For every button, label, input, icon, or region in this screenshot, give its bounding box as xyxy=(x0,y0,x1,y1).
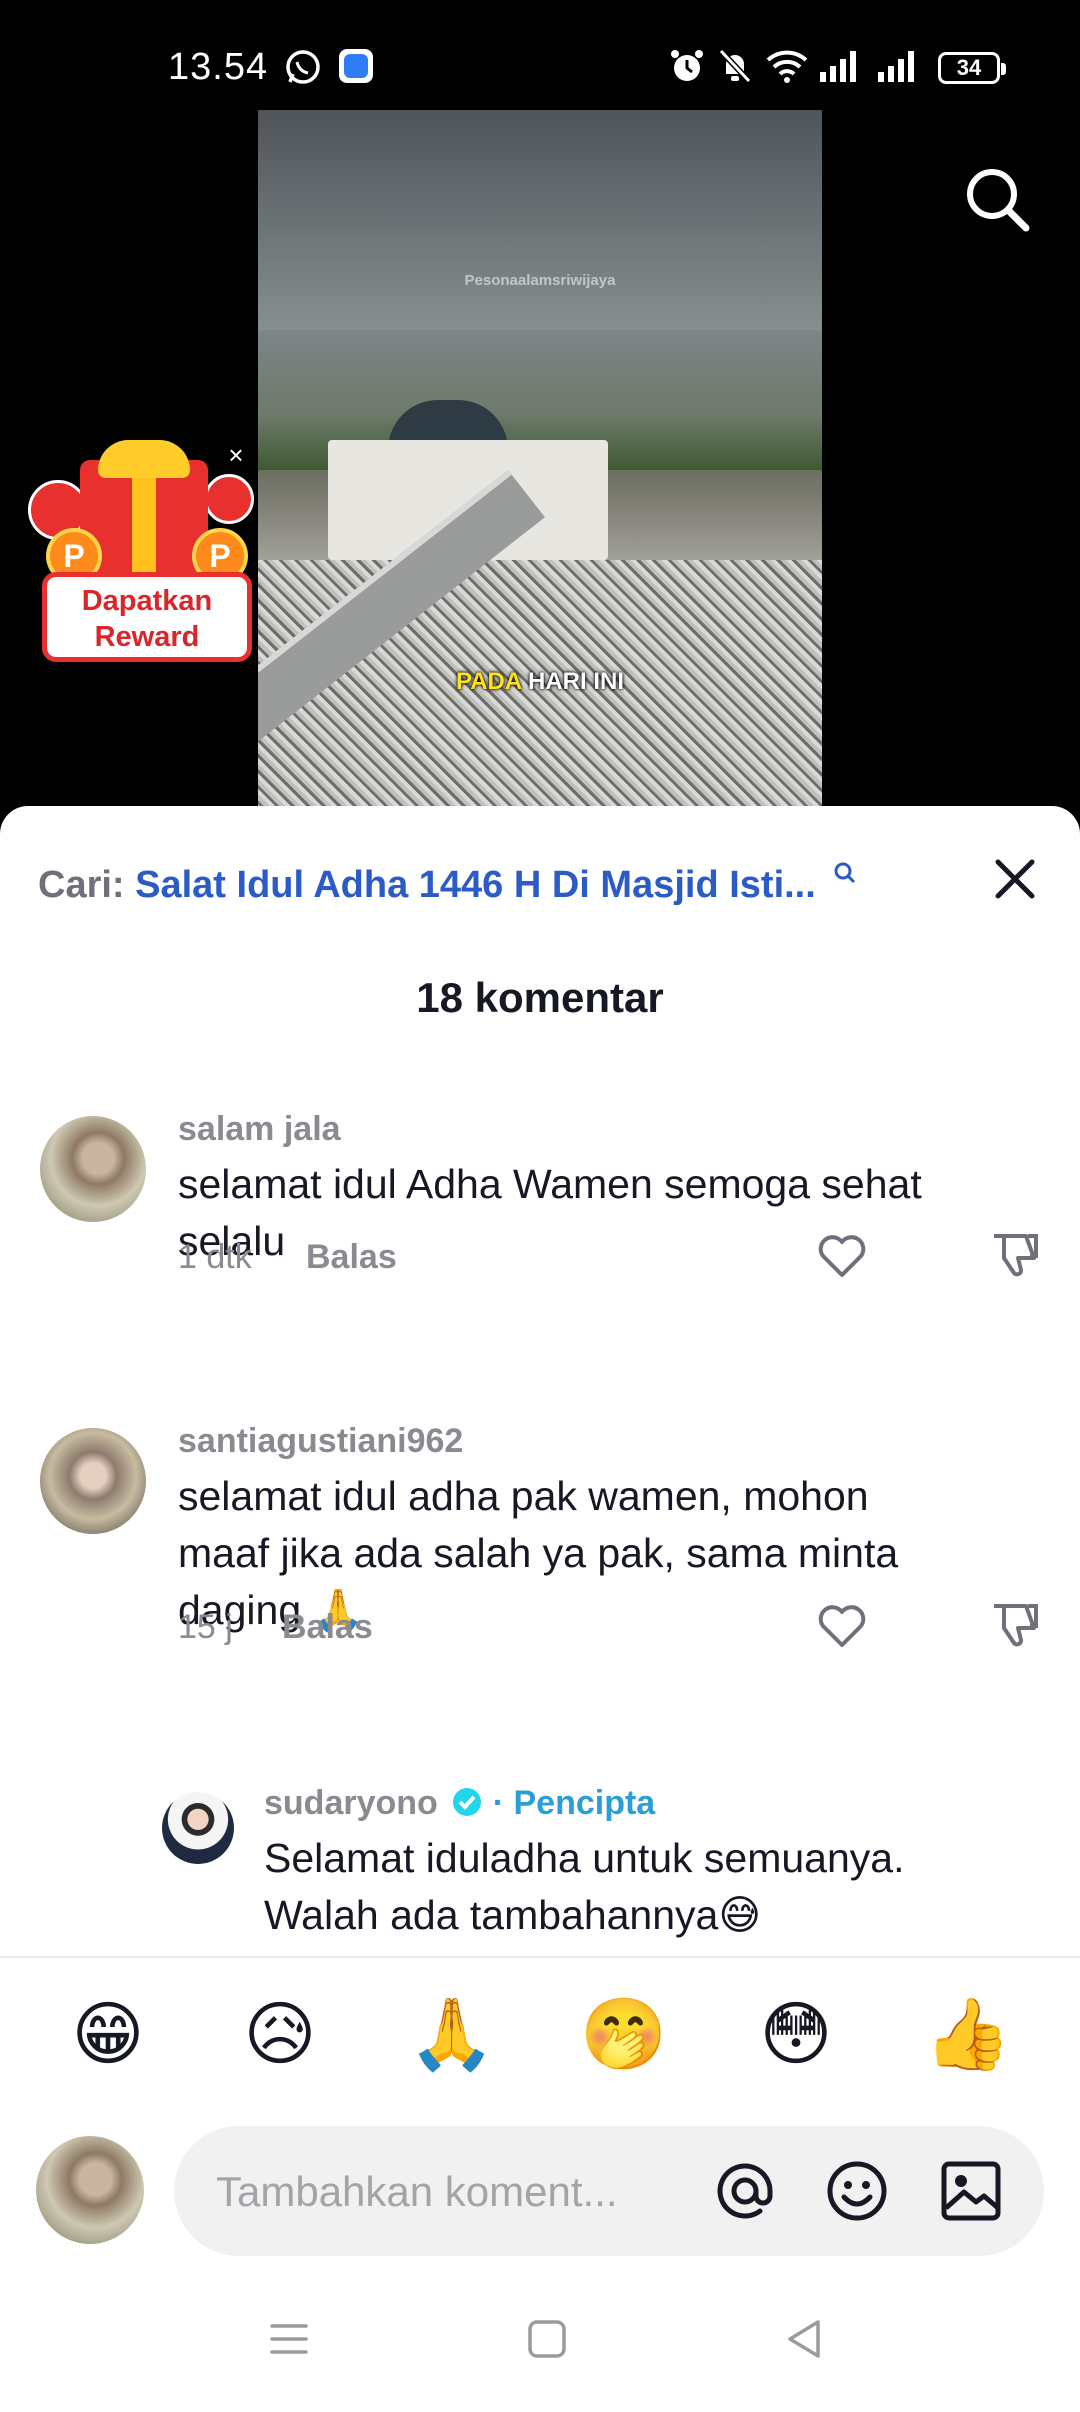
reply-username-row: sudaryono · Pencipta xyxy=(264,1784,655,1823)
dislike-icon[interactable] xyxy=(988,1228,1044,1284)
comment-count: 18 komentar xyxy=(416,974,664,1021)
creator-badge: Pencipta xyxy=(513,1784,656,1822)
divider xyxy=(0,1956,1080,1958)
related-search[interactable]: Cari: Salat Idul Adha 1446 H Di Masjid I… xyxy=(38,862,938,914)
reply-button[interactable]: Balas xyxy=(282,1608,373,1647)
caption-text: HARI INI xyxy=(521,668,624,695)
dislike-icon[interactable] xyxy=(988,1598,1044,1654)
close-icon[interactable] xyxy=(990,854,1040,904)
reward-close-icon[interactable]: × xyxy=(223,442,249,468)
emoji-icon[interactable] xyxy=(822,2156,892,2226)
heart-icon[interactable] xyxy=(814,1228,870,1284)
reward-widget[interactable]: P P Dapatkan Reward xyxy=(24,440,260,665)
comment-text-line: selamat idul Adha Wamen semoga sehat xyxy=(178,1161,922,1207)
whatsapp-icon xyxy=(286,50,320,84)
image-icon[interactable] xyxy=(936,2156,1006,2226)
emoji-button[interactable]: 😥 xyxy=(232,1994,328,2074)
comment-input[interactable]: Tambahkan koment... xyxy=(174,2126,1044,2256)
search-prefix: Cari: xyxy=(38,864,125,906)
signal-icon xyxy=(820,51,856,82)
comment-time: 1 dtk xyxy=(178,1238,252,1276)
app-icon xyxy=(339,49,373,83)
comment-text: Selamat iduladha untuk semuanya. Walah a… xyxy=(264,1830,904,1944)
avatar[interactable] xyxy=(40,1428,146,1534)
comment-text-line: selalu xyxy=(178,1218,286,1264)
comments-sheet: Cari: Salat Idul Adha 1446 H Di Masjid I… xyxy=(0,806,1080,2412)
video-caption: PADA HARI INI xyxy=(258,668,822,696)
emoji-button[interactable]: 👍 xyxy=(920,1994,1016,2074)
emoji-button[interactable]: 😁 xyxy=(60,1994,156,2074)
comment-username[interactable]: salam jala xyxy=(178,1110,341,1149)
video-player[interactable]: Pesonaalamsriwijaya PADA HARI INI xyxy=(258,110,822,810)
avatar xyxy=(36,2136,144,2244)
signal-icon xyxy=(878,51,914,82)
reward-label: Dapatkan Reward xyxy=(42,572,252,662)
separator: · xyxy=(492,1784,505,1822)
mention-icon[interactable] xyxy=(710,2156,780,2226)
gift-ribbon xyxy=(132,460,156,580)
gift-bow xyxy=(98,440,190,478)
comment-text: selamat idul Adha Wamen semoga sehat sel… xyxy=(178,1156,922,1270)
comment-text-line: Selamat iduladha untuk semuanya. xyxy=(264,1835,905,1881)
video-sky xyxy=(258,110,822,340)
reply-button[interactable]: Balas xyxy=(306,1238,397,1277)
reward-label-line1: Dapatkan xyxy=(81,585,213,617)
comment-text-line: Walah ada tambahannya😅 xyxy=(264,1892,762,1938)
verified-icon xyxy=(453,1788,482,1816)
video-watermark: Pesonaalamsriwijaya xyxy=(464,272,616,289)
emoji-button[interactable]: 🤭 xyxy=(576,1994,672,2074)
comment-username[interactable]: sudaryono xyxy=(264,1784,438,1822)
avatar[interactable] xyxy=(162,1792,234,1864)
status-bar: 13.54 34 xyxy=(0,0,1080,110)
search-query-link[interactable]: Salat Idul Adha 1446 H Di Masjid Isti... xyxy=(135,864,816,906)
search-icon xyxy=(834,862,856,884)
back-icon[interactable] xyxy=(780,2314,830,2364)
wifi-icon xyxy=(766,50,808,83)
battery-icon: 34 xyxy=(938,52,1006,84)
comment-time: 15 j xyxy=(178,1608,233,1646)
caption-highlight: PADA xyxy=(455,668,522,695)
menu-icon[interactable] xyxy=(264,2314,314,2364)
comment-username[interactable]: santiagustiani962 xyxy=(178,1422,463,1461)
mute-icon xyxy=(718,48,752,84)
system-nav-bar xyxy=(0,2272,1080,2412)
search-icon[interactable] xyxy=(962,164,1032,234)
reward-label-line2: Reward xyxy=(94,621,200,653)
balloon-decoration xyxy=(204,474,254,524)
comment-text-line: selamat idul adha pak wamen, mohon xyxy=(178,1473,869,1519)
emoji-button[interactable]: 😳 xyxy=(748,1994,844,2074)
emoji-button[interactable]: 🙏 xyxy=(404,1994,500,2074)
comment-input-placeholder: Tambahkan koment... xyxy=(216,2168,618,2215)
comment-text-line: maaf jika ada salah ya pak, sama minta xyxy=(178,1530,899,1576)
status-time: 13.54 xyxy=(168,46,269,88)
home-icon[interactable] xyxy=(522,2314,572,2364)
alarm-icon xyxy=(671,50,703,81)
heart-icon[interactable] xyxy=(814,1598,870,1654)
avatar[interactable] xyxy=(40,1116,146,1222)
